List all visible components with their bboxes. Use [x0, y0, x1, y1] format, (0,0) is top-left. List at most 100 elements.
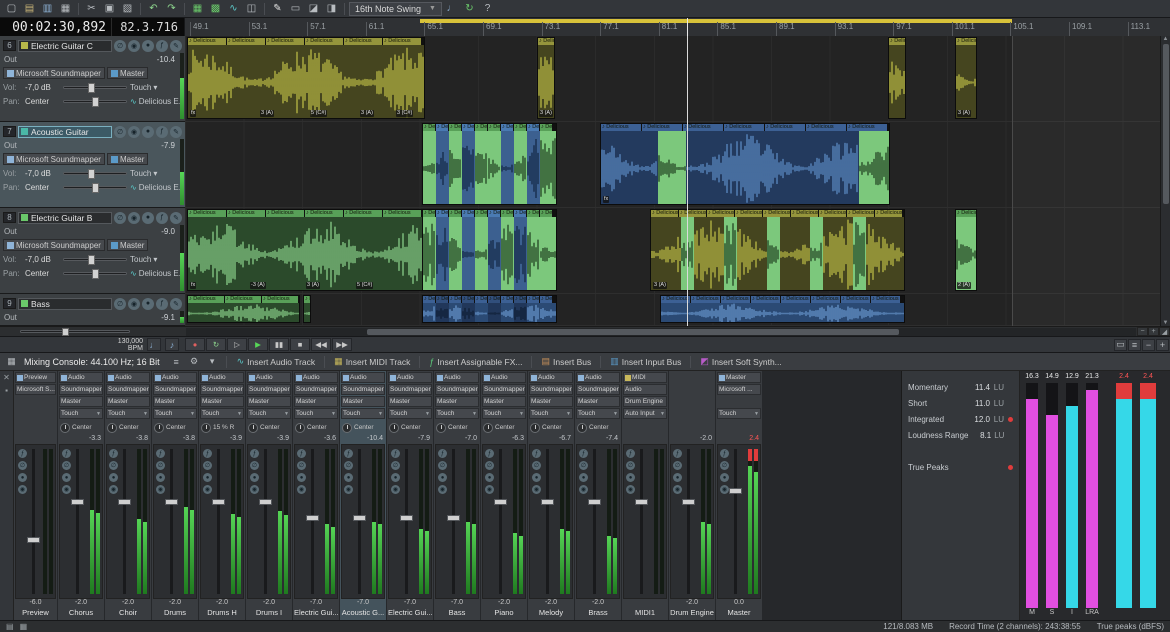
strip-automation-button[interactable]: Touch▼: [529, 408, 573, 419]
solo-icon[interactable]: ◉: [579, 485, 588, 494]
record-arm-icon[interactable]: ●: [142, 212, 154, 224]
record-button[interactable]: ●: [185, 338, 205, 351]
mute-icon[interactable]: ●: [532, 473, 541, 482]
pan-knob[interactable]: [60, 423, 70, 433]
mixer-strip[interactable]: AudioSoundmapperMasterTouch▼Center-3.9ƒ∅…: [246, 371, 293, 620]
fx-icon[interactable]: ƒ: [344, 449, 353, 458]
envelope-lock-icon[interactable]: ∿: [225, 1, 242, 16]
strip-device-button[interactable]: Soundmapper: [341, 384, 385, 395]
strip-fader-area[interactable]: ƒ∅●◉: [59, 444, 103, 599]
automation-icon[interactable]: ✎: [170, 212, 182, 224]
fx-icon[interactable]: ƒ: [532, 449, 541, 458]
horizontal-scrollbar-thumb[interactable]: [367, 329, 899, 335]
strip-fader-area[interactable]: ƒ∅●◉: [294, 444, 338, 599]
paint-tool-icon[interactable]: ◪: [305, 1, 322, 16]
strip-pan-control[interactable]: Center: [59, 420, 103, 435]
insert-button[interactable]: ▥Insert Input Bus: [606, 355, 685, 369]
track-header[interactable]: 8Electric Guitar B∅◉●ƒ✎Out-9.0Microsoft …: [0, 208, 185, 294]
loop-region-bar[interactable]: [420, 19, 1012, 23]
mixer-strip[interactable]: AudioSoundmapperMasterTouch▼Center-10.4ƒ…: [340, 371, 387, 620]
strip-fader-area[interactable]: ƒ∅●◉: [623, 444, 667, 599]
strip-bus-button[interactable]: Master: [388, 396, 432, 407]
solo-icon[interactable]: ◉: [109, 485, 118, 494]
fader-handle[interactable]: [27, 537, 40, 543]
open-project-icon[interactable]: ▤: [21, 1, 38, 16]
ripple-edit-icon[interactable]: ◫: [243, 1, 260, 16]
fader-handle[interactable]: [588, 499, 601, 505]
audio-clip[interactable]: ♪ Delicious♪ Delicious♪ Delicious♪ Delic…: [422, 295, 557, 323]
automation-mode-button[interactable]: Touch▾: [130, 255, 182, 264]
strip-device-button[interactable]: Soundmapper: [153, 384, 197, 395]
pan-knob[interactable]: [530, 423, 540, 433]
strip-fader-area[interactable]: ƒ∅●◉: [247, 444, 291, 599]
cut-icon[interactable]: ✂: [83, 1, 100, 16]
strip-type-button[interactable]: Audio: [482, 372, 526, 383]
fx-icon[interactable]: ƒ: [109, 449, 118, 458]
track-name-box[interactable]: Electric Guitar B: [18, 212, 112, 224]
strip-fader-area[interactable]: ƒ∅●◉: [106, 444, 150, 599]
track-bus-button[interactable]: Master: [107, 153, 148, 165]
track-device-button[interactable]: Microsoft Soundmapper: [3, 153, 105, 165]
audio-clip[interactable]: ♪ Delicious3 (A): [955, 37, 977, 119]
metronome-icon[interactable]: ♩: [147, 338, 161, 351]
mute-icon[interactable]: ●: [485, 473, 494, 482]
track-fx-button[interactable]: ∿Delicious E...: [130, 183, 182, 192]
pan-slider-handle[interactable]: [92, 269, 99, 279]
pan-knob[interactable]: [436, 423, 446, 433]
track-header[interactable]: 7Acoustic Guitar∅◉●ƒ✎Out-7.9Microsoft So…: [0, 122, 185, 208]
volume-slider-handle[interactable]: [88, 169, 95, 179]
strip-type-button[interactable]: Audio: [341, 372, 385, 383]
automation-mode-button[interactable]: Touch▾: [130, 83, 182, 92]
strip-fader-area[interactable]: ƒ∅●◉: [717, 444, 761, 599]
play-button[interactable]: ▶: [248, 338, 268, 351]
loop-playback-button[interactable]: ↻: [206, 338, 226, 351]
record-arm-icon[interactable]: ●: [142, 40, 154, 52]
zoom-out-time-icon[interactable]: −: [1137, 327, 1148, 336]
mute-icon[interactable]: ●: [109, 473, 118, 482]
layout-icon[interactable]: ▤: [6, 622, 14, 631]
track-header[interactable]: 6Electric Guitar C∅◉●ƒ✎Out-10.4Microsoft…: [0, 36, 185, 122]
audio-clip[interactable]: ♪ Delicious♪ Delicious♪ Delicious♪ Delic…: [422, 209, 557, 291]
auto-crossfade-icon[interactable]: ▩: [207, 1, 224, 16]
strip-automation-button[interactable]: Touch▼: [576, 408, 620, 419]
solo-icon[interactable]: ◉: [128, 126, 140, 138]
fader-handle[interactable]: [494, 499, 507, 505]
mute-icon[interactable]: ∅: [114, 212, 126, 224]
audio-clip[interactable]: ♪ Delicious: [888, 37, 906, 119]
phase-icon[interactable]: ∅: [579, 461, 588, 470]
phase-icon[interactable]: ∅: [438, 461, 447, 470]
fx-icon[interactable]: ƒ: [297, 449, 306, 458]
fx-icon[interactable]: ƒ: [62, 449, 71, 458]
mixer-strip[interactable]: MasterMicrosoft ...Touch▼2.4ƒ∅●◉0.0Maste…: [716, 371, 763, 620]
strip-type-button[interactable]: Audio: [435, 372, 479, 383]
strip-type-button[interactable]: Audio: [200, 372, 244, 383]
strip-automation-button[interactable]: Touch▼: [294, 408, 338, 419]
mute-icon[interactable]: ∅: [114, 40, 126, 52]
save-project-icon[interactable]: ▥: [39, 1, 56, 16]
strip-type-button[interactable]: MIDI: [623, 372, 667, 383]
pan-slider-handle[interactable]: [92, 97, 99, 107]
playhead-line[interactable]: [687, 36, 688, 326]
docking-icon[interactable]: ▦: [20, 622, 28, 631]
strip-device-button[interactable]: Soundmapper: [388, 384, 432, 395]
fader-handle[interactable]: [400, 515, 413, 521]
mixer-strip[interactable]: MIDIAudioDrum EngineAuto Input▼ƒ∅●◉MIDI1: [622, 371, 669, 620]
console-views-icon[interactable]: ≡: [169, 355, 184, 369]
fx-icon[interactable]: ƒ: [391, 449, 400, 458]
fader-handle[interactable]: [635, 499, 648, 505]
pan-knob[interactable]: [389, 423, 399, 433]
vertical-scrollbar[interactable]: ▲▼: [1160, 36, 1170, 326]
mixer-strip[interactable]: AudioSoundmapperMasterTouch▼Center-3.8ƒ∅…: [105, 371, 152, 620]
solo-icon[interactable]: ◉: [626, 485, 635, 494]
mute-icon[interactable]: ●: [626, 473, 635, 482]
strip-fader-area[interactable]: ƒ∅●◉: [670, 444, 714, 599]
strip-automation-button[interactable]: Touch▼: [717, 408, 761, 419]
pan-knob[interactable]: [201, 423, 211, 433]
strip-device-button[interactable]: Audio: [623, 384, 667, 395]
go-to-start-button[interactable]: ◀◀: [311, 338, 331, 351]
loop-toggle-icon[interactable]: ↻: [461, 1, 478, 16]
strip-device-button[interactable]: Microsoft S...: [15, 384, 56, 395]
pan-knob[interactable]: [107, 423, 117, 433]
pan-slider-handle[interactable]: [92, 183, 99, 193]
strip-type-button[interactable]: Audio: [576, 372, 620, 383]
